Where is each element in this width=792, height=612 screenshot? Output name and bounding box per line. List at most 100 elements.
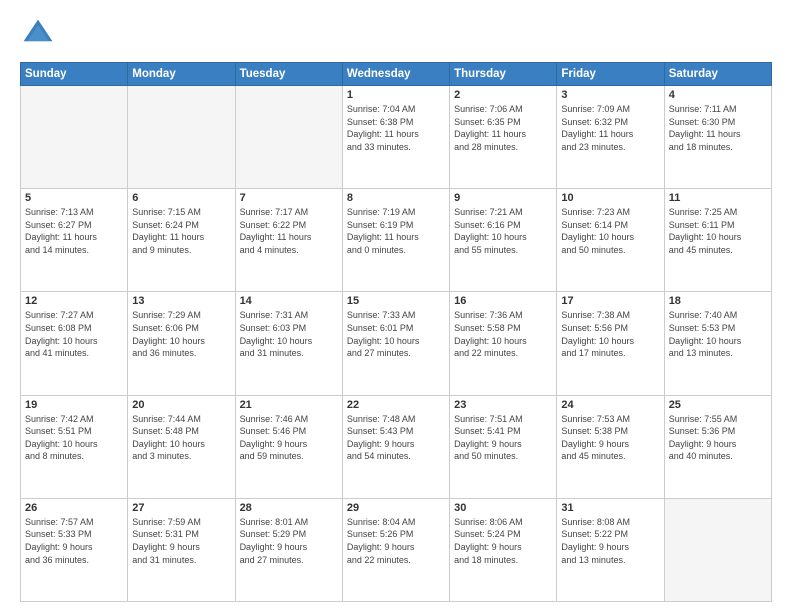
day-number: 4 — [669, 89, 767, 101]
day-info: Sunrise: 7:36 AM Sunset: 5:58 PM Dayligh… — [454, 309, 552, 359]
weekday-header-saturday: Saturday — [664, 63, 771, 86]
day-cell: 3 Sunrise: 7:09 AM Sunset: 6:32 PM Daylig… — [557, 86, 664, 189]
day-info: Sunrise: 7:51 AM Sunset: 5:41 PM Dayligh… — [454, 413, 552, 463]
day-info: Sunrise: 7:55 AM Sunset: 5:36 PM Dayligh… — [669, 413, 767, 463]
day-info: Sunrise: 8:04 AM Sunset: 5:26 PM Dayligh… — [347, 516, 445, 566]
day-info: Sunrise: 7:27 AM Sunset: 6:08 PM Dayligh… — [25, 309, 123, 359]
day-cell: 16 Sunrise: 7:36 AM Sunset: 5:58 PM Dayli… — [450, 292, 557, 395]
day-number: 6 — [132, 192, 230, 204]
day-info: Sunrise: 7:25 AM Sunset: 6:11 PM Dayligh… — [669, 206, 767, 256]
weekday-header-thursday: Thursday — [450, 63, 557, 86]
weekday-header-row: SundayMondayTuesdayWednesdayThursdayFrid… — [21, 63, 772, 86]
day-info: Sunrise: 7:13 AM Sunset: 6:27 PM Dayligh… — [25, 206, 123, 256]
day-cell — [664, 498, 771, 601]
day-cell: 18Sunrise: 7:40 AM Sunset: 5:53 PM Dayli… — [664, 292, 771, 395]
day-number: 26 — [25, 502, 123, 514]
day-cell: 9 Sunrise: 7:21 AM Sunset: 6:16 PM Daylig… — [450, 189, 557, 292]
day-cell: 28Sunrise: 8:01 AM Sunset: 5:29 PM Dayli… — [235, 498, 342, 601]
day-info: Sunrise: 7:21 AM Sunset: 6:16 PM Dayligh… — [454, 206, 552, 256]
day-number: 23 — [454, 399, 552, 411]
day-number: 25 — [669, 399, 767, 411]
day-number: 27 — [132, 502, 230, 514]
week-row-2: 5 Sunrise: 7:13 AM Sunset: 6:27 PM Daylig… — [21, 189, 772, 292]
day-info: Sunrise: 7:04 AM Sunset: 6:38 PM Dayligh… — [347, 103, 445, 153]
day-cell — [235, 86, 342, 189]
day-cell: 20Sunrise: 7:44 AM Sunset: 5:48 PM Dayli… — [128, 395, 235, 498]
day-cell — [128, 86, 235, 189]
week-row-5: 26 Sunrise: 7:57 AM Sunset: 5:33 PM Dayli… — [21, 498, 772, 601]
day-cell — [21, 86, 128, 189]
day-number: 16 — [454, 295, 552, 307]
day-number: 14 — [240, 295, 338, 307]
day-info: Sunrise: 7:31 AM Sunset: 6:03 PM Dayligh… — [240, 309, 338, 359]
day-number: 2 — [454, 89, 552, 101]
day-number: 11 — [669, 192, 767, 204]
day-cell: 4 Sunrise: 7:11 AM Sunset: 6:30 PM Daylig… — [664, 86, 771, 189]
day-number: 12 — [25, 295, 123, 307]
day-info: Sunrise: 7:38 AM Sunset: 5:56 PM Dayligh… — [561, 309, 659, 359]
day-info: Sunrise: 7:11 AM Sunset: 6:30 PM Dayligh… — [669, 103, 767, 153]
day-cell: 22 Sunrise: 7:48 AM Sunset: 5:43 PM Dayli… — [342, 395, 449, 498]
day-number: 13 — [132, 295, 230, 307]
day-cell: 26 Sunrise: 7:57 AM Sunset: 5:33 PM Dayli… — [21, 498, 128, 601]
day-cell: 1 Sunrise: 7:04 AM Sunset: 6:38 PM Daylig… — [342, 86, 449, 189]
day-cell: 13 Sunrise: 7:29 AM Sunset: 6:06 PM Dayli… — [128, 292, 235, 395]
day-number: 1 — [347, 89, 445, 101]
day-info: Sunrise: 7:33 AM Sunset: 6:01 PM Dayligh… — [347, 309, 445, 359]
day-number: 9 — [454, 192, 552, 204]
day-info: Sunrise: 7:53 AM Sunset: 5:38 PM Dayligh… — [561, 413, 659, 463]
weekday-header-sunday: Sunday — [21, 63, 128, 86]
day-cell: 27 Sunrise: 7:59 AM Sunset: 5:31 PM Dayli… — [128, 498, 235, 601]
day-info: Sunrise: 7:29 AM Sunset: 6:06 PM Dayligh… — [132, 309, 230, 359]
day-cell: 31Sunrise: 8:08 AM Sunset: 5:22 PM Dayli… — [557, 498, 664, 601]
weekday-header-monday: Monday — [128, 63, 235, 86]
day-cell: 7Sunrise: 7:17 AM Sunset: 6:22 PM Daylig… — [235, 189, 342, 292]
day-info: Sunrise: 7:23 AM Sunset: 6:14 PM Dayligh… — [561, 206, 659, 256]
day-info: Sunrise: 7:19 AM Sunset: 6:19 PM Dayligh… — [347, 206, 445, 256]
day-number: 28 — [240, 502, 338, 514]
day-number: 22 — [347, 399, 445, 411]
day-number: 8 — [347, 192, 445, 204]
calendar-table: SundayMondayTuesdayWednesdayThursdayFrid… — [20, 62, 772, 602]
day-cell: 11 Sunrise: 7:25 AM Sunset: 6:11 PM Dayli… — [664, 189, 771, 292]
day-cell: 2 Sunrise: 7:06 AM Sunset: 6:35 PM Daylig… — [450, 86, 557, 189]
week-row-1: 1 Sunrise: 7:04 AM Sunset: 6:38 PM Daylig… — [21, 86, 772, 189]
day-number: 30 — [454, 502, 552, 514]
week-row-3: 12 Sunrise: 7:27 AM Sunset: 6:08 PM Dayli… — [21, 292, 772, 395]
day-cell: 29Sunrise: 8:04 AM Sunset: 5:26 PM Dayli… — [342, 498, 449, 601]
day-cell: 10 Sunrise: 7:23 AM Sunset: 6:14 PM Dayli… — [557, 189, 664, 292]
day-number: 24 — [561, 399, 659, 411]
day-info: Sunrise: 7:06 AM Sunset: 6:35 PM Dayligh… — [454, 103, 552, 153]
day-cell: 17 Sunrise: 7:38 AM Sunset: 5:56 PM Dayli… — [557, 292, 664, 395]
page: SundayMondayTuesdayWednesdayThursdayFrid… — [0, 0, 792, 612]
day-cell: 15 Sunrise: 7:33 AM Sunset: 6:01 PM Dayli… — [342, 292, 449, 395]
day-cell: 6 Sunrise: 7:15 AM Sunset: 6:24 PM Daylig… — [128, 189, 235, 292]
day-cell: 21Sunrise: 7:46 AM Sunset: 5:46 PM Dayli… — [235, 395, 342, 498]
day-info: Sunrise: 8:06 AM Sunset: 5:24 PM Dayligh… — [454, 516, 552, 566]
day-cell: 24 Sunrise: 7:53 AM Sunset: 5:38 PM Dayli… — [557, 395, 664, 498]
day-info: Sunrise: 7:57 AM Sunset: 5:33 PM Dayligh… — [25, 516, 123, 566]
week-row-4: 19Sunrise: 7:42 AM Sunset: 5:51 PM Dayli… — [21, 395, 772, 498]
day-cell: 19Sunrise: 7:42 AM Sunset: 5:51 PM Dayli… — [21, 395, 128, 498]
day-number: 5 — [25, 192, 123, 204]
day-info: Sunrise: 7:44 AM Sunset: 5:48 PM Dayligh… — [132, 413, 230, 463]
day-info: Sunrise: 8:08 AM Sunset: 5:22 PM Dayligh… — [561, 516, 659, 566]
weekday-header-wednesday: Wednesday — [342, 63, 449, 86]
day-number: 10 — [561, 192, 659, 204]
day-info: Sunrise: 7:40 AM Sunset: 5:53 PM Dayligh… — [669, 309, 767, 359]
day-info: Sunrise: 7:42 AM Sunset: 5:51 PM Dayligh… — [25, 413, 123, 463]
logo-icon — [20, 16, 56, 52]
day-number: 3 — [561, 89, 659, 101]
day-info: Sunrise: 7:48 AM Sunset: 5:43 PM Dayligh… — [347, 413, 445, 463]
day-number: 15 — [347, 295, 445, 307]
weekday-header-friday: Friday — [557, 63, 664, 86]
day-number: 7 — [240, 192, 338, 204]
day-info: Sunrise: 7:09 AM Sunset: 6:32 PM Dayligh… — [561, 103, 659, 153]
day-cell: 23 Sunrise: 7:51 AM Sunset: 5:41 PM Dayli… — [450, 395, 557, 498]
logo — [20, 16, 62, 52]
day-number: 17 — [561, 295, 659, 307]
day-info: Sunrise: 7:15 AM Sunset: 6:24 PM Dayligh… — [132, 206, 230, 256]
day-info: Sunrise: 7:59 AM Sunset: 5:31 PM Dayligh… — [132, 516, 230, 566]
day-cell: 8 Sunrise: 7:19 AM Sunset: 6:19 PM Daylig… — [342, 189, 449, 292]
header — [20, 16, 772, 52]
